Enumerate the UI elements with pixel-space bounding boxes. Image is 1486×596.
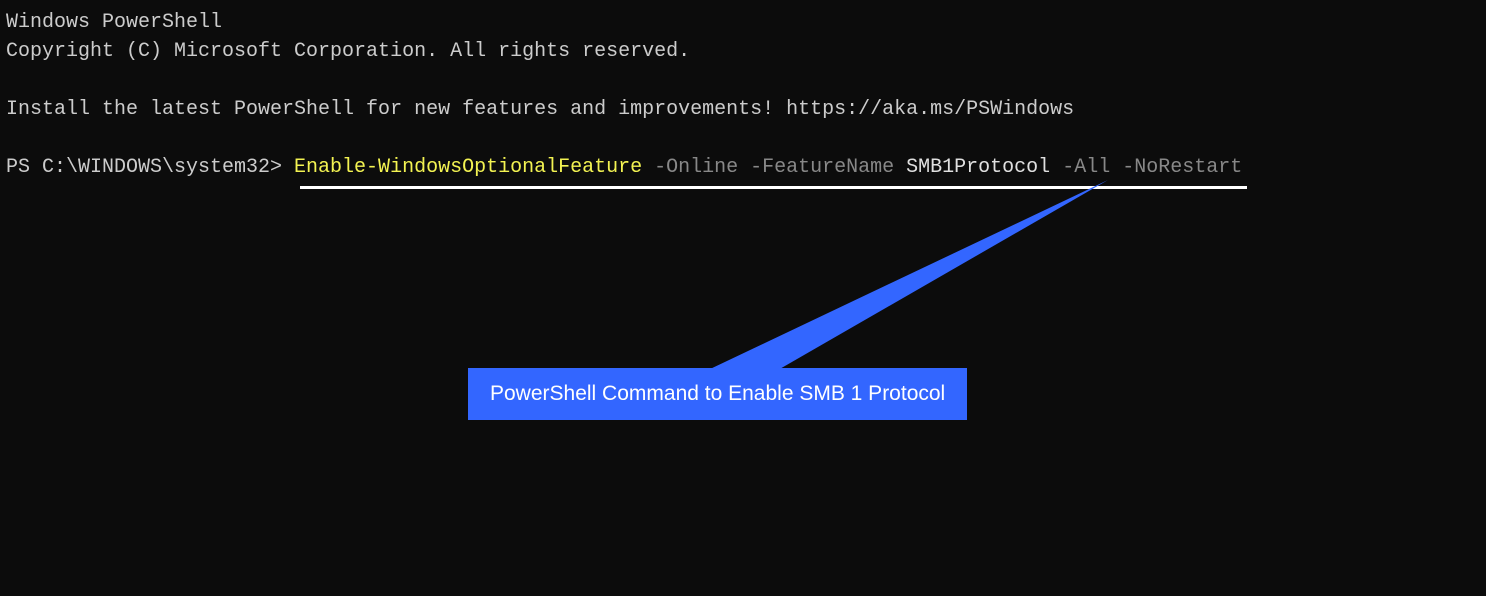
header-install-message: Install the latest PowerShell for new fe… xyxy=(6,95,1486,124)
callout-arrow-icon xyxy=(708,180,1138,380)
callout-label: PowerShell Command to Enable SMB 1 Proto… xyxy=(468,368,967,420)
prompt-path: PS C:\WINDOWS\system32> xyxy=(6,156,294,179)
command-param-online: -Online xyxy=(642,156,738,179)
blank-line xyxy=(6,66,1486,95)
command-cmdlet: Enable-WindowsOptionalFeature xyxy=(294,156,642,179)
command-param-norestart: -NoRestart xyxy=(1110,156,1242,179)
command-param-featurename: -FeatureName xyxy=(738,156,894,179)
blank-line xyxy=(6,124,1486,153)
powershell-terminal[interactable]: Windows PowerShell Copyright (C) Microso… xyxy=(0,8,1486,182)
header-title: Windows PowerShell xyxy=(6,8,1486,37)
header-copyright: Copyright (C) Microsoft Corporation. All… xyxy=(6,37,1486,66)
command-value-smb1: SMB1Protocol xyxy=(894,156,1050,179)
command-param-all: -All xyxy=(1050,156,1110,179)
command-line[interactable]: PS C:\WINDOWS\system32> Enable-WindowsOp… xyxy=(6,153,1242,182)
